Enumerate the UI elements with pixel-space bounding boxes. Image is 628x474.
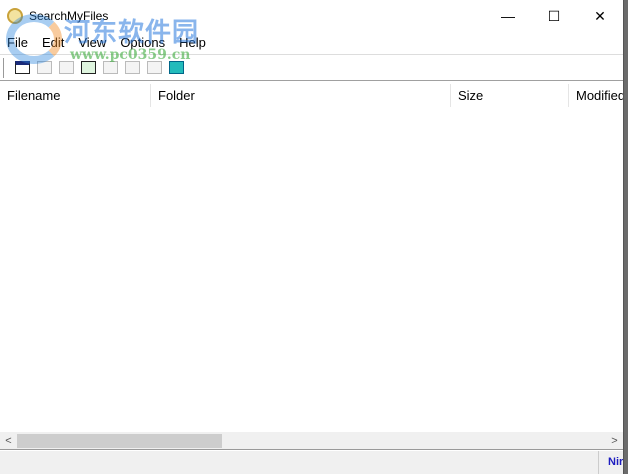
close-button[interactable]: ✕ — [577, 0, 623, 32]
maximize-button[interactable]: ☐ — [531, 0, 577, 32]
column-filename[interactable]: Filename — [0, 84, 151, 107]
watermark-text: 河东软件园 — [64, 18, 200, 48]
watermark-url: www.pc0359.cn — [70, 47, 191, 63]
minimize-button[interactable]: — — [485, 0, 531, 32]
toolbar-grip[interactable] — [3, 57, 5, 78]
main-window: SearchMyFiles — ☐ ✕ File Edit View Optio… — [0, 0, 624, 474]
status-bar: NirSoft — [0, 451, 623, 474]
column-size[interactable]: Size — [451, 84, 569, 107]
file-list[interactable] — [0, 107, 623, 432]
window-edge — [624, 0, 628, 474]
column-modified[interactable]: Modified — [569, 84, 623, 107]
column-folder[interactable]: Folder — [151, 84, 451, 107]
scroll-thumb[interactable] — [17, 434, 222, 448]
list-header: Filename Folder Size Modified — [0, 84, 623, 107]
nirsoft-link[interactable]: NirSoft — [598, 451, 623, 474]
watermark-logo — [6, 14, 62, 64]
horizontal-scrollbar[interactable]: < > — [0, 432, 623, 450]
scroll-right-button[interactable]: > — [606, 432, 623, 450]
scroll-left-button[interactable]: < — [0, 432, 17, 450]
